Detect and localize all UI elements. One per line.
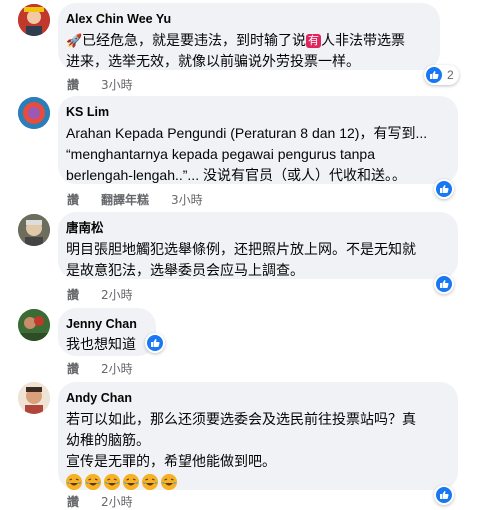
comment-bubble: KS Lim Arahan Kepada Pengundi (Peraturan… — [58, 96, 458, 184]
reaction-count[interactable] — [434, 485, 454, 505]
comment-bubble: Jenny Chan 我也想知道 — [58, 308, 156, 356]
reaction-count[interactable] — [434, 179, 454, 199]
laughing-emoji-icon — [85, 474, 101, 490]
avatar[interactable] — [18, 214, 50, 246]
comment-text-line: 我也想知道 — [66, 336, 136, 352]
comment-bubble: Andy Chan 若可以如此，那么还须要选委会及选民前往投票站吗？真 幼稚的脑… — [58, 382, 458, 490]
comment-meta: 讚 2小時 — [67, 360, 133, 377]
like-thumb-icon — [436, 487, 452, 503]
avatar-image-icon — [18, 97, 50, 129]
avatar[interactable] — [18, 382, 50, 414]
badge-emoji-icon: 有 — [306, 34, 321, 48]
laughing-emoji-icon — [142, 474, 158, 490]
comment-author[interactable]: Alex Chin Wee Yu — [66, 11, 428, 27]
like-thumb-icon — [147, 335, 163, 351]
comment-author[interactable]: KS Lim — [66, 104, 446, 120]
like-link[interactable]: 讚 — [67, 76, 79, 93]
reaction-count-number: 2 — [447, 68, 454, 82]
comment-meta: 讚 3小時 — [67, 76, 133, 93]
laughing-emoji-icon — [66, 474, 82, 490]
comment-meta: 讚 2小時 — [67, 286, 133, 303]
timestamp[interactable]: 2小時 — [101, 286, 133, 303]
comment-author[interactable]: Jenny Chan — [66, 316, 144, 332]
avatar[interactable] — [18, 309, 50, 341]
like-thumb-icon — [436, 181, 452, 197]
like-thumb-icon — [426, 67, 442, 83]
avatar[interactable] — [18, 97, 50, 129]
rocket-emoji-icon: 🚀 — [66, 33, 83, 48]
comment-text-line: 是故意犯法，选舉委员会应马上調查。 — [66, 262, 304, 278]
comment-author[interactable]: 唐南松 — [66, 220, 446, 236]
comment-text-line: 明目張胆地觸犯选舉條例，还把照片放上网。不是无知就 — [66, 241, 416, 257]
laughing-emoji-icon — [104, 474, 120, 490]
laughing-emoji-icon — [161, 474, 177, 490]
like-link[interactable]: 讚 — [67, 360, 79, 377]
timestamp[interactable]: 2小時 — [101, 493, 133, 510]
avatar-image-icon — [18, 4, 50, 36]
like-link[interactable]: 讚 — [67, 191, 79, 208]
comment-meta: 讚 2小時 — [67, 493, 133, 510]
timestamp[interactable]: 3小時 — [101, 76, 133, 93]
like-link[interactable]: 讚 — [67, 493, 79, 510]
comment-bubble: Alex Chin Wee Yu 🚀已经危急，就是要违法，到时输了说有人非法带选… — [58, 3, 440, 70]
reaction-count[interactable]: 2 — [424, 65, 459, 85]
emoji-row — [66, 472, 446, 492]
reaction-count[interactable] — [434, 274, 454, 294]
comment-text-line: Arahan Kepada Pengundi (Peraturan 8 dan … — [66, 125, 428, 141]
comment-text-line: 🚀已经危急，就是要违法，到时输了说有人非法带选票 — [66, 30, 428, 51]
timestamp[interactable]: 2小時 — [101, 360, 133, 377]
avatar-image-icon — [18, 382, 50, 414]
translate-link[interactable]: 翻譯年糕 — [101, 191, 149, 208]
laughing-emoji-icon — [123, 474, 139, 490]
like-thumb-icon — [436, 276, 452, 292]
like-link[interactable]: 讚 — [67, 286, 79, 303]
comment-text-line: 进来，选举无效，就像以前骗说外劳投票一样。 — [66, 53, 360, 69]
comment-text-line: 宣传是无罪的，希望他能做到吧。 — [66, 453, 276, 469]
comment-text-line: berlengah-lengah..”... 没说有官员（或人）代收和送。。 — [66, 167, 406, 183]
comment-text-line: “menghantarnya kepada pegawai pengurus t… — [66, 146, 376, 162]
timestamp[interactable]: 3小時 — [171, 191, 203, 208]
comment-author[interactable]: Andy Chan — [66, 390, 446, 406]
avatar-image-icon — [18, 214, 50, 246]
comment-meta: 讚 翻譯年糕 3小時 — [67, 191, 203, 208]
comment-text-line: 幼稚的脑筋。 — [66, 432, 150, 448]
reaction-count[interactable] — [145, 333, 165, 353]
avatar[interactable] — [18, 4, 50, 36]
comment-text-line: 若可以如此，那么还须要选委会及选民前往投票站吗？真 — [66, 411, 416, 427]
comment-bubble: 唐南松 明目張胆地觸犯选舉條例，还把照片放上网。不是无知就 是故意犯法，选舉委员… — [58, 212, 458, 279]
avatar-image-icon — [18, 309, 50, 341]
